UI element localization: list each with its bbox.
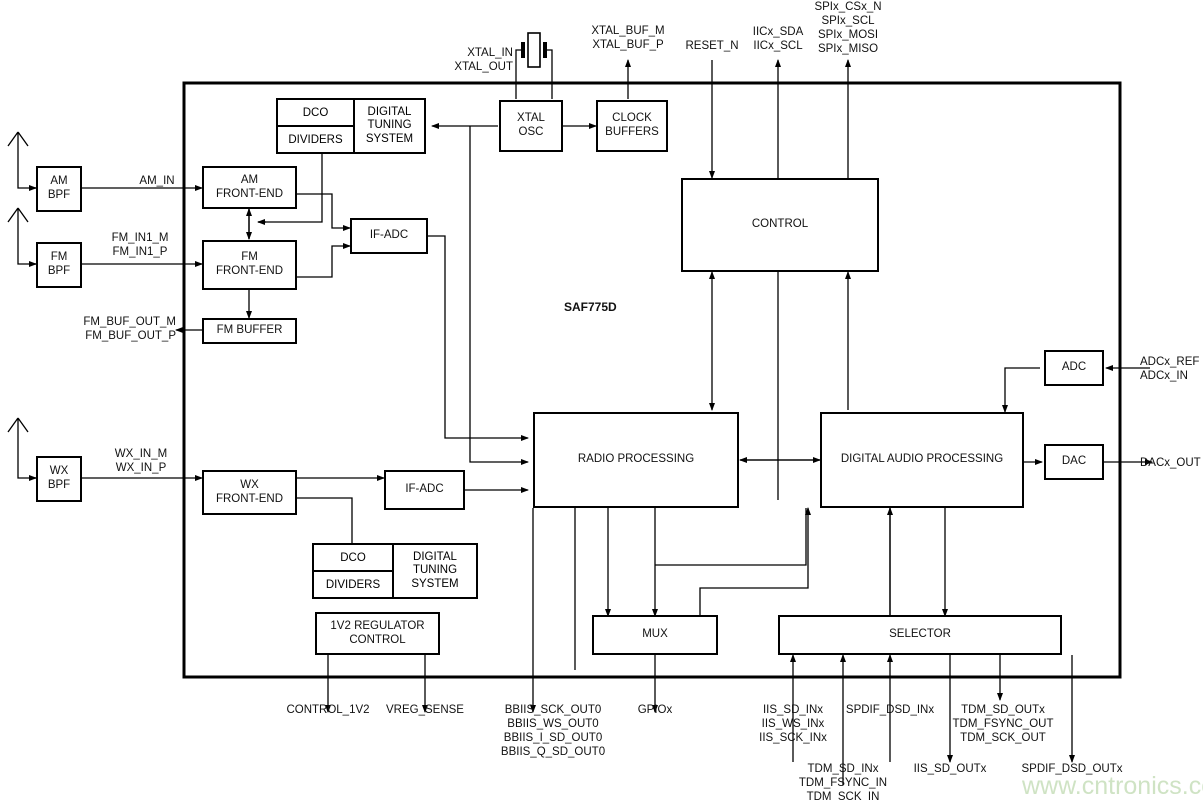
block-if-adc-top-label: IF-ADC (369, 229, 409, 242)
block-clock-buffers-label: CLOCK BUFFERS (605, 112, 659, 138)
block-wx-bpf[interactable]: WX BPF (36, 456, 82, 502)
block-1v2-regulator-control[interactable]: 1V2 REGULATOR CONTROL (315, 612, 440, 655)
block-digital-audio-processing-label: DIGITAL AUDIO PROCESSING (840, 453, 1004, 466)
block-am-front-end[interactable]: AM FRONT-END (202, 166, 297, 209)
signal-gpiox: GPIOx (637, 704, 673, 716)
block-fm-front-end-label: FM FRONT-END (215, 251, 284, 277)
block-fm-bpf[interactable]: FM BPF (36, 242, 82, 288)
block-dco-top-label: DCO (278, 100, 353, 127)
signal-xtal-in-out: XTAL_IN XTAL_OUT (454, 47, 513, 74)
block-digital-tuning-top-label: DIGITAL TUNING SYSTEM (353, 100, 424, 152)
block-if-adc-top[interactable]: IF-ADC (350, 218, 428, 254)
block-wx-front-end[interactable]: WX FRONT-END (202, 470, 297, 515)
block-dac[interactable]: DAC (1044, 444, 1104, 480)
block-xtal-osc-label: XTAL OSC (517, 112, 545, 138)
block-xtal-osc[interactable]: XTAL OSC (499, 100, 563, 152)
block-dac-label: DAC (1061, 455, 1087, 468)
signal-fm-buf-out: FM_BUF_OUT_M FM_BUF_OUT_P (83, 316, 176, 343)
block-radio-processing[interactable]: RADIO PROCESSING (533, 412, 739, 508)
block-mux[interactable]: MUX (592, 615, 718, 655)
block-digital-audio-processing[interactable]: DIGITAL AUDIO PROCESSING (820, 412, 1024, 508)
block-fm-bpf-label: FM BPF (47, 251, 71, 277)
block-dividers-top-label: DIVIDERS (288, 133, 343, 146)
block-fm-buffer[interactable]: FM BUFFER (202, 318, 297, 344)
signal-adcx: ADCx_REF ADCx_IN (1140, 356, 1200, 383)
signal-dacx-out: DACx_OUT (1140, 457, 1201, 469)
signal-tdm-in: TDM_SD_INx TDM_FSYNC_IN TDM_SCK_IN (798, 763, 888, 800)
block-1v2-regulator-control-label: 1V2 REGULATOR CONTROL (330, 619, 425, 646)
block-if-adc-bottom-label: IF-ADC (405, 483, 444, 496)
block-clock-buffers[interactable]: CLOCK BUFFERS (596, 100, 668, 152)
signal-iic: IICx_SDA IICx_SCL (752, 26, 804, 53)
signal-am-in: AM_IN (139, 175, 175, 187)
signal-spi: SPIx_CSx_N SPIx_SCL SPIx_MOSI SPIx_MISO (814, 1, 882, 56)
block-wx-front-end-label: WX FRONT-END (215, 478, 284, 505)
block-digital-tuning-bottom-label: DIGITAL TUNING SYSTEM (392, 545, 476, 597)
signal-wx-in: WX_IN_M WX_IN_P (114, 448, 168, 475)
block-am-front-end-label: AM FRONT-END (215, 173, 284, 200)
block-control-label: CONTROL (751, 218, 809, 231)
block-mux-label: MUX (642, 628, 668, 641)
signal-iis-in: IIS_SD_INx IIS_WS_INx IIS_SCK_INx (759, 704, 827, 745)
block-dco-bottom-label: DCO (314, 545, 392, 572)
signal-xtal-buf: XTAL_BUF_M XTAL_BUF_P (591, 25, 665, 52)
signal-reset-n: RESET_N (685, 40, 739, 52)
signal-vreg-sense: VREG_SENSE (386, 704, 464, 716)
block-radio-processing-label: RADIO PROCESSING (577, 453, 695, 466)
block-selector-label: SELECTOR (889, 628, 951, 641)
signal-iis-sd-outx: IIS_SD_OUTx (913, 763, 987, 775)
watermark: www.cntronics.com (1022, 772, 1203, 800)
dco-dividers-bottom-column: DCO DIVIDERS (314, 545, 392, 597)
block-dco-tuning-top[interactable]: DCO DIVIDERS DIGITAL TUNING SYSTEM (276, 98, 426, 154)
signal-bbiis: BBIIS_SCK_OUT0 BBIIS_WS_OUT0 BBIIS_I_SD_… (500, 704, 606, 759)
chip-name-label: SAF775D (564, 300, 617, 314)
block-fm-front-end[interactable]: FM FRONT-END (202, 240, 297, 290)
block-dco-tuning-bottom[interactable]: DCO DIVIDERS DIGITAL TUNING SYSTEM (312, 543, 478, 599)
signal-spdif-dsd-in: SPDIF_DSD_INx (845, 704, 935, 716)
block-control[interactable]: CONTROL (681, 178, 879, 272)
signal-fm-in1: FM_IN1_M FM_IN1_P (111, 232, 169, 259)
signal-control-1v2: CONTROL_1V2 (286, 704, 370, 716)
block-adc[interactable]: ADC (1044, 350, 1104, 386)
block-am-bpf[interactable]: AM BPF (36, 166, 82, 212)
block-am-bpf-label: AM BPF (47, 175, 71, 201)
block-adc-label: ADC (1061, 361, 1087, 374)
block-dividers-bottom-label: DIVIDERS (325, 578, 381, 591)
dco-dividers-top-column: DCO DIVIDERS (278, 100, 353, 152)
block-fm-buffer-label: FM BUFFER (216, 324, 283, 337)
block-if-adc-bottom[interactable]: IF-ADC (384, 470, 465, 510)
signal-tdm-out: TDM_SD_OUTx TDM_FSYNC_OUT TDM_SCK_OUT (952, 704, 1054, 745)
block-diagram-canvas: AM BPF FM BPF WX BPF AM FRONT-END FM FRO… (0, 0, 1203, 800)
block-wx-bpf-label: WX BPF (47, 465, 71, 491)
block-selector[interactable]: SELECTOR (778, 615, 1062, 655)
